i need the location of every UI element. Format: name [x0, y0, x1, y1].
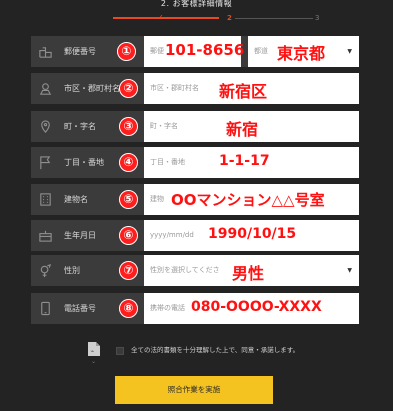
phone-placeholder: 携帯の電話: [150, 304, 185, 312]
badge-8: ⑧: [119, 299, 138, 318]
row-town: 町・字名 町・字名 ③ 新宿: [31, 111, 359, 142]
city-placeholder: 市区・郡町村名: [150, 84, 199, 92]
annotation-building: OOマンション△△号室: [171, 191, 325, 209]
badge-4: ④: [119, 153, 138, 172]
annotation-phone: 080-OOOO-XXXX: [191, 299, 322, 315]
annotation-block: 1-1-17: [219, 153, 270, 169]
badge-5: ⑤: [119, 190, 138, 209]
badge-6: ⑥: [119, 226, 138, 245]
cake-icon: [38, 228, 53, 243]
postal-code-label: 郵便番号: [64, 47, 96, 56]
postal-code-placeholder: 郵便: [150, 47, 164, 55]
annotation-birthday: 1990/10/15: [208, 226, 297, 242]
annotation-zip: 101-8656: [165, 41, 245, 59]
prefecture-placeholder: 都道: [254, 47, 268, 55]
row-city: 市区・郡町村名 市区・郡町村名 ② 新宿区: [31, 73, 359, 104]
badge-1: ①: [117, 42, 136, 61]
progress-bar: ✓ 2 3: [0, 13, 393, 23]
flag-icon: [38, 155, 53, 170]
row-block: 丁目・番地 丁目・番地 ④ 1-1-17: [31, 147, 359, 178]
step-title: 2. お客様詳細情報: [160, 0, 233, 8]
block-placeholder: 丁目・番地: [150, 158, 185, 166]
block-label: 丁目・番地: [64, 158, 104, 167]
step3-number: 3: [315, 14, 320, 22]
annotation-city: 新宿区: [219, 82, 268, 101]
badge-3: ③: [119, 117, 138, 136]
progress-line-done: [113, 17, 219, 19]
annotation-town: 新宿: [226, 120, 259, 139]
city-label: 市区・郡町村名: [64, 84, 120, 93]
dropdown-caret-icon: ▼: [347, 267, 352, 274]
annotation-prefecture: 東京都: [277, 44, 326, 63]
birthday-label: 生年月日: [64, 231, 96, 240]
chevron-down-icon[interactable]: ⌄: [91, 358, 96, 365]
annotation-gender: 男性: [232, 264, 265, 283]
house-icon: [38, 44, 53, 59]
svg-text:⌁: ⌁: [91, 348, 95, 355]
row-gender: 性別 性別を選択してくださ ▼ ⑦ 男性: [31, 255, 359, 286]
gender-label: 性別: [64, 266, 80, 275]
step1-check: ✓: [157, 13, 164, 22]
badge-7: ⑦: [119, 261, 138, 280]
map-icon: [38, 81, 53, 96]
birthday-placeholder: yyyy/mm/dd: [150, 231, 194, 239]
town-placeholder: 町・字名: [150, 122, 178, 130]
dropdown-caret-icon: ▼: [347, 48, 352, 55]
row-building: 建物名 建物 ⑤ OOマンション△△号室: [31, 184, 359, 215]
gender-placeholder: 性別を選択してくださ: [150, 266, 220, 274]
agreement-area: ⌁ ⌄ 全ての法的書類を十分理解した上で、同意・承諾します。: [0, 339, 393, 369]
location-pin-icon: [38, 119, 53, 134]
row-postal-code: 郵便番号 郵便 都道 ▼ ① 101-8656 東京都: [31, 36, 359, 67]
building-label: 建物名: [64, 195, 88, 204]
row-birthday: 生年月日 yyyy/mm/dd ⑥ 1990/10/15: [31, 220, 359, 251]
building-placeholder: 建物: [150, 195, 164, 203]
building-icon: [38, 192, 53, 207]
document-icon[interactable]: ⌁: [87, 341, 101, 357]
agree-checkbox[interactable]: [116, 347, 124, 355]
step2-number: 2: [227, 14, 232, 22]
agree-text: 全ての法的書類を十分理解した上で、同意・承諾します。: [131, 346, 300, 354]
badge-2: ②: [119, 79, 138, 98]
town-label: 町・字名: [64, 122, 96, 131]
phone-label: 電話番号: [64, 304, 96, 313]
gender-icon: [38, 263, 53, 278]
submit-button[interactable]: 照合作業を実施: [115, 376, 273, 404]
progress-line-todo: [235, 17, 313, 19]
phone-icon: [38, 301, 53, 316]
row-phone: 電話番号 携帯の電話 ⑧ 080-OOOO-XXXX: [31, 293, 359, 324]
